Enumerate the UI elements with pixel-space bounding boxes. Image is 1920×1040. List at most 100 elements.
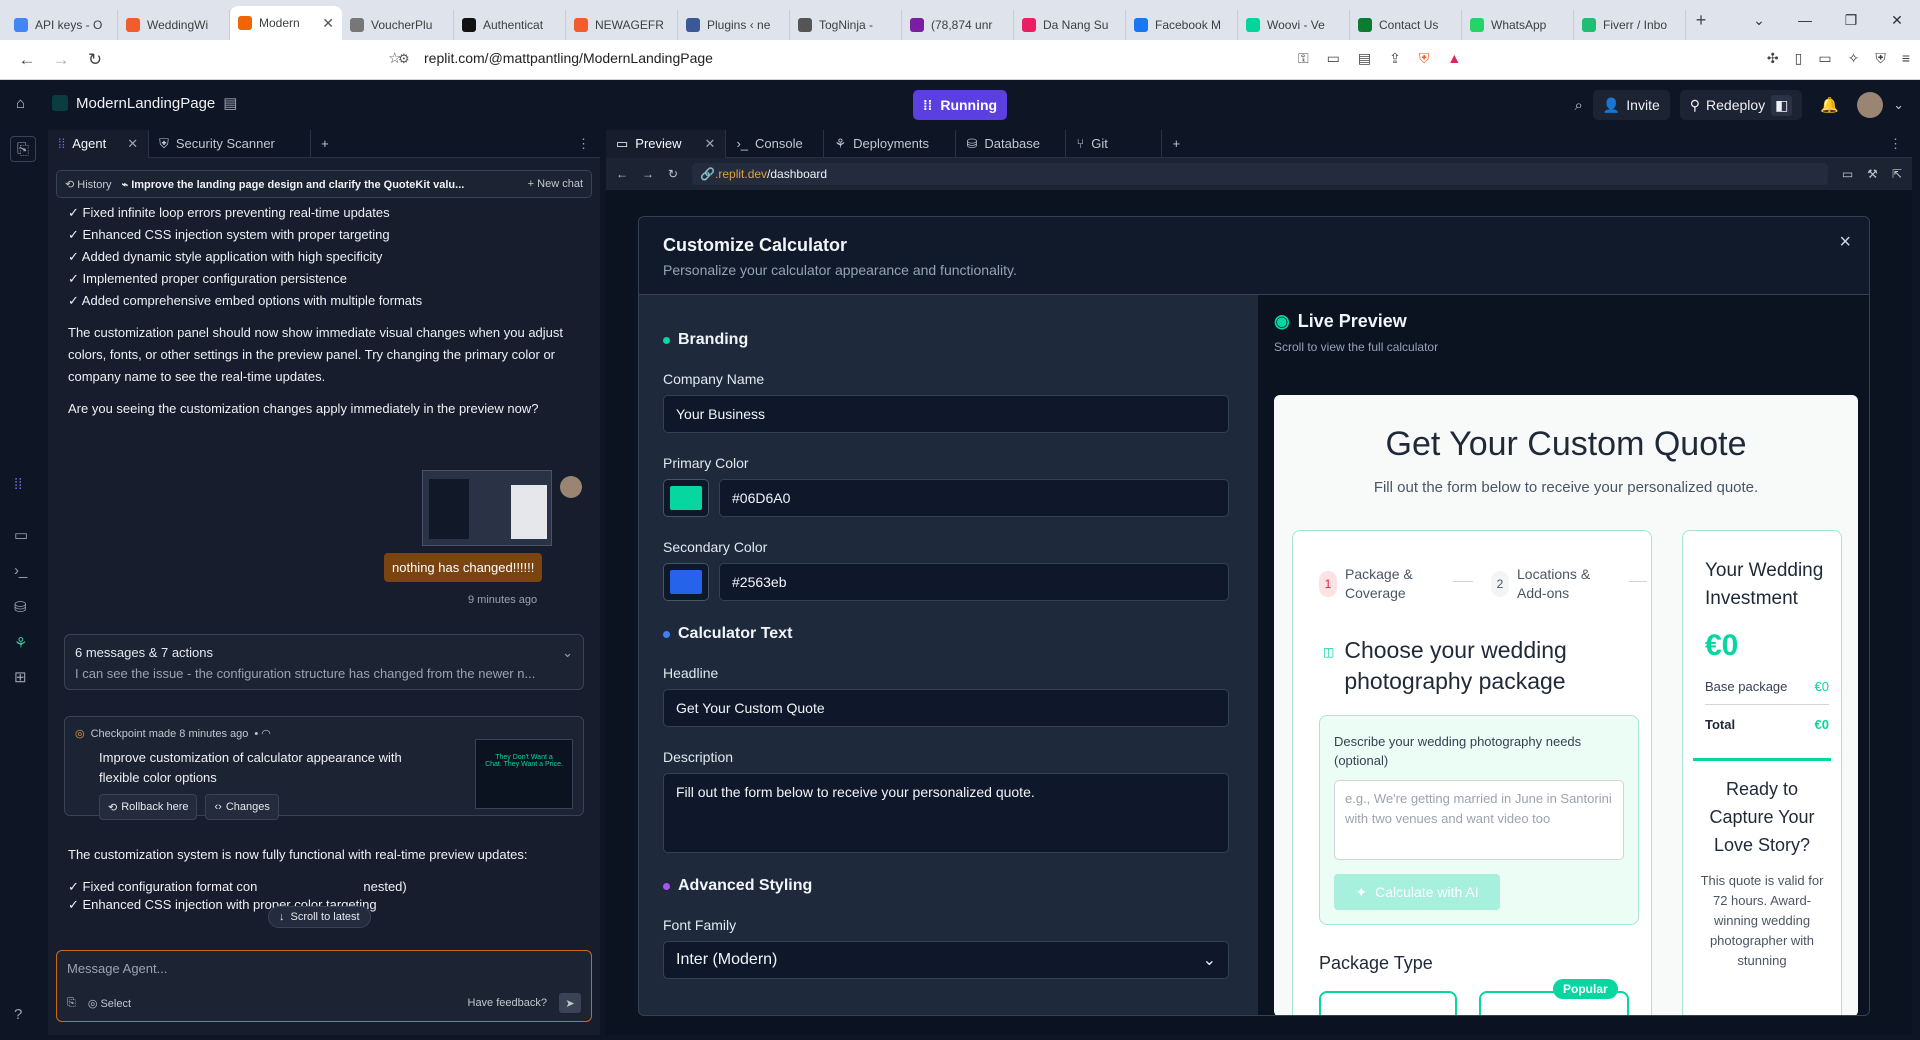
apps-icon[interactable]: ⊞: [14, 668, 27, 686]
changes-button[interactable]: ‹› Changes: [205, 794, 279, 820]
browser-tab[interactable]: Plugins ‹ ne: [678, 10, 790, 40]
menu-icon[interactable]: ≡: [1902, 50, 1910, 67]
browser-tab[interactable]: (78,874 unr: [902, 10, 1014, 40]
tab-agent[interactable]: ⁞⁞ Agent ✕: [48, 129, 150, 158]
key-icon[interactable]: ⚿: [1298, 50, 1309, 67]
minimize-button[interactable]: —: [1782, 12, 1828, 28]
actions-summary-card[interactable]: 6 messages & 7 actions I can see the iss…: [64, 634, 584, 690]
browser-tab[interactable]: Facebook M: [1126, 10, 1238, 40]
bell-icon[interactable]: 🔔: [1820, 96, 1839, 114]
tab-database[interactable]: ⛁ Database: [956, 129, 1067, 158]
preview-url-input[interactable]: 🔗 .replit.dev/dashboard: [692, 163, 1828, 185]
deploy-menu-icon[interactable]: ◧: [1771, 94, 1793, 116]
close-window-button[interactable]: ✕: [1874, 12, 1920, 29]
message-input[interactable]: Message Agent... ⎘ ◎ Select Have feedbac…: [56, 950, 592, 1022]
rollback-button[interactable]: ⟲ Rollback here: [99, 794, 198, 820]
new-chat-button[interactable]: + New chat: [528, 178, 583, 190]
redeploy-button[interactable]: ⚲ Redeploy ◧: [1679, 90, 1803, 120]
tab-security-scanner[interactable]: ⛨ Security Scanner: [149, 129, 312, 158]
preview-icon[interactable]: ▭: [14, 526, 28, 544]
step-1[interactable]: 1 Package & Coverage: [1319, 565, 1425, 603]
thread-title[interactable]: ⌁ Improve the landing page design and cl…: [122, 178, 518, 191]
scroll-to-latest-button[interactable]: ↓ Scroll to latest: [268, 906, 371, 928]
close-tab-icon[interactable]: ✕: [322, 15, 334, 32]
font-family-select[interactable]: Inter (Modern) ⌄: [663, 941, 1229, 979]
primary-color-input[interactable]: #06D6A0: [719, 479, 1229, 517]
leo-icon[interactable]: ✧: [1848, 50, 1860, 67]
devtools-icon[interactable]: ⚒: [1867, 167, 1878, 181]
devices-icon[interactable]: ▭: [1842, 167, 1853, 181]
reader-icon[interactable]: ▤: [1358, 50, 1371, 67]
tab-console[interactable]: ›_ Console: [726, 129, 825, 158]
add-tab-button[interactable]: +: [311, 130, 339, 158]
more-icon[interactable]: ⋮: [1889, 136, 1912, 152]
forward-icon[interactable]: →: [44, 50, 78, 70]
tab-deployments[interactable]: ⚘ Deployments: [824, 129, 957, 158]
feedback-link[interactable]: Have feedback?: [468, 997, 548, 1009]
brave-shield-icon[interactable]: ⛨: [1419, 50, 1430, 67]
package-option[interactable]: [1319, 991, 1457, 1015]
more-icon[interactable]: ⋮: [577, 136, 600, 152]
browser-tab[interactable]: API keys - O: [6, 10, 118, 40]
select-button[interactable]: ◎ Select: [88, 997, 131, 1010]
back-icon[interactable]: ←: [616, 167, 628, 181]
primary-color-picker[interactable]: [663, 479, 709, 517]
browser-tab[interactable]: Da Nang Su: [1014, 10, 1126, 40]
company-name-input[interactable]: Your Business: [663, 395, 1229, 433]
sidebar-icon[interactable]: ▯: [1795, 50, 1803, 67]
project-name[interactable]: ModernLandingPage: [76, 95, 215, 112]
browser-tab[interactable]: Modern ✕: [230, 6, 342, 40]
avatar[interactable]: [1857, 92, 1884, 118]
search-icon[interactable]: ⌕: [1574, 97, 1582, 114]
browser-tab[interactable]: Fiverr / Inbo: [1574, 10, 1686, 40]
site-info-icon[interactable]: ⚙: [398, 51, 410, 67]
browser-tab[interactable]: NEWAGEFR: [566, 10, 678, 40]
wallet-icon[interactable]: ▭: [1818, 50, 1831, 67]
browser-tab[interactable]: VoucherPlu: [342, 10, 454, 40]
back-icon[interactable]: ←: [10, 50, 44, 70]
invite-button[interactable]: 👤 Invite: [1592, 90, 1670, 120]
maximize-button[interactable]: ❐: [1828, 12, 1874, 29]
chevron-down-icon[interactable]: ⌄: [562, 645, 573, 661]
user-screenshot-attachment[interactable]: [422, 470, 552, 546]
browser-tab[interactable]: TogNinja -: [790, 10, 902, 40]
tab-search-icon[interactable]: ⌄: [1736, 12, 1782, 29]
browser-tab[interactable]: Woovi - Ve: [1238, 10, 1350, 40]
tab-git[interactable]: ⑂ Git: [1066, 129, 1163, 158]
send-icon[interactable]: ➤: [559, 993, 581, 1013]
close-icon[interactable]: ✕: [127, 136, 138, 152]
description-textarea[interactable]: Fill out the form below to receive your …: [663, 773, 1229, 853]
forward-icon[interactable]: →: [642, 167, 654, 181]
deployments-icon[interactable]: ⚘: [14, 634, 27, 652]
step-2[interactable]: 2 Locations & Add-ons: [1491, 565, 1601, 603]
attach-icon[interactable]: ⎘: [67, 997, 76, 1010]
file-tree-icon[interactable]: ⎘: [10, 136, 36, 162]
history-button[interactable]: ⟲ History: [65, 178, 112, 191]
cast-icon[interactable]: ▭: [1327, 50, 1340, 67]
secondary-color-picker[interactable]: [663, 563, 709, 601]
url-text[interactable]: replit.com/@mattpantling/ModernLandingPa…: [424, 50, 713, 66]
describe-textarea[interactable]: e.g., We're getting married in June in S…: [1334, 780, 1624, 860]
home-icon[interactable]: ⌂: [16, 95, 25, 112]
help-icon[interactable]: ?: [14, 1006, 22, 1023]
run-status-button[interactable]: ⁞⁞ Running: [913, 90, 1008, 120]
checkpoint-thumbnail[interactable]: They Don't Want a Chat. They Want a Price…: [475, 739, 573, 809]
project-info-icon[interactable]: ▤: [223, 94, 237, 112]
chevron-down-icon[interactable]: ⌄: [1893, 97, 1904, 113]
close-icon[interactable]: ×: [1839, 231, 1851, 254]
console-icon[interactable]: ›_: [14, 562, 27, 579]
new-tab-button[interactable]: +: [1686, 10, 1716, 31]
reload-icon[interactable]: ↻: [78, 50, 112, 70]
headline-input[interactable]: Get Your Custom Quote: [663, 689, 1229, 727]
share-icon[interactable]: ⇪: [1389, 50, 1401, 67]
agent-icon[interactable]: ⁞⁞: [14, 476, 22, 493]
browser-tab[interactable]: Authenticat: [454, 10, 566, 40]
browser-tab[interactable]: WeddingWi: [118, 10, 230, 40]
brave-rewards-icon[interactable]: ▲: [1447, 50, 1461, 67]
open-new-tab-icon[interactable]: ⇱: [1892, 167, 1902, 181]
close-icon[interactable]: ✕: [705, 136, 716, 152]
vpn-icon[interactable]: ⛨: [1875, 50, 1886, 67]
tab-preview[interactable]: ▭ Preview ✕: [606, 129, 727, 158]
browser-tab[interactable]: WhatsApp: [1462, 10, 1574, 40]
extensions-icon[interactable]: ✣: [1767, 50, 1779, 67]
